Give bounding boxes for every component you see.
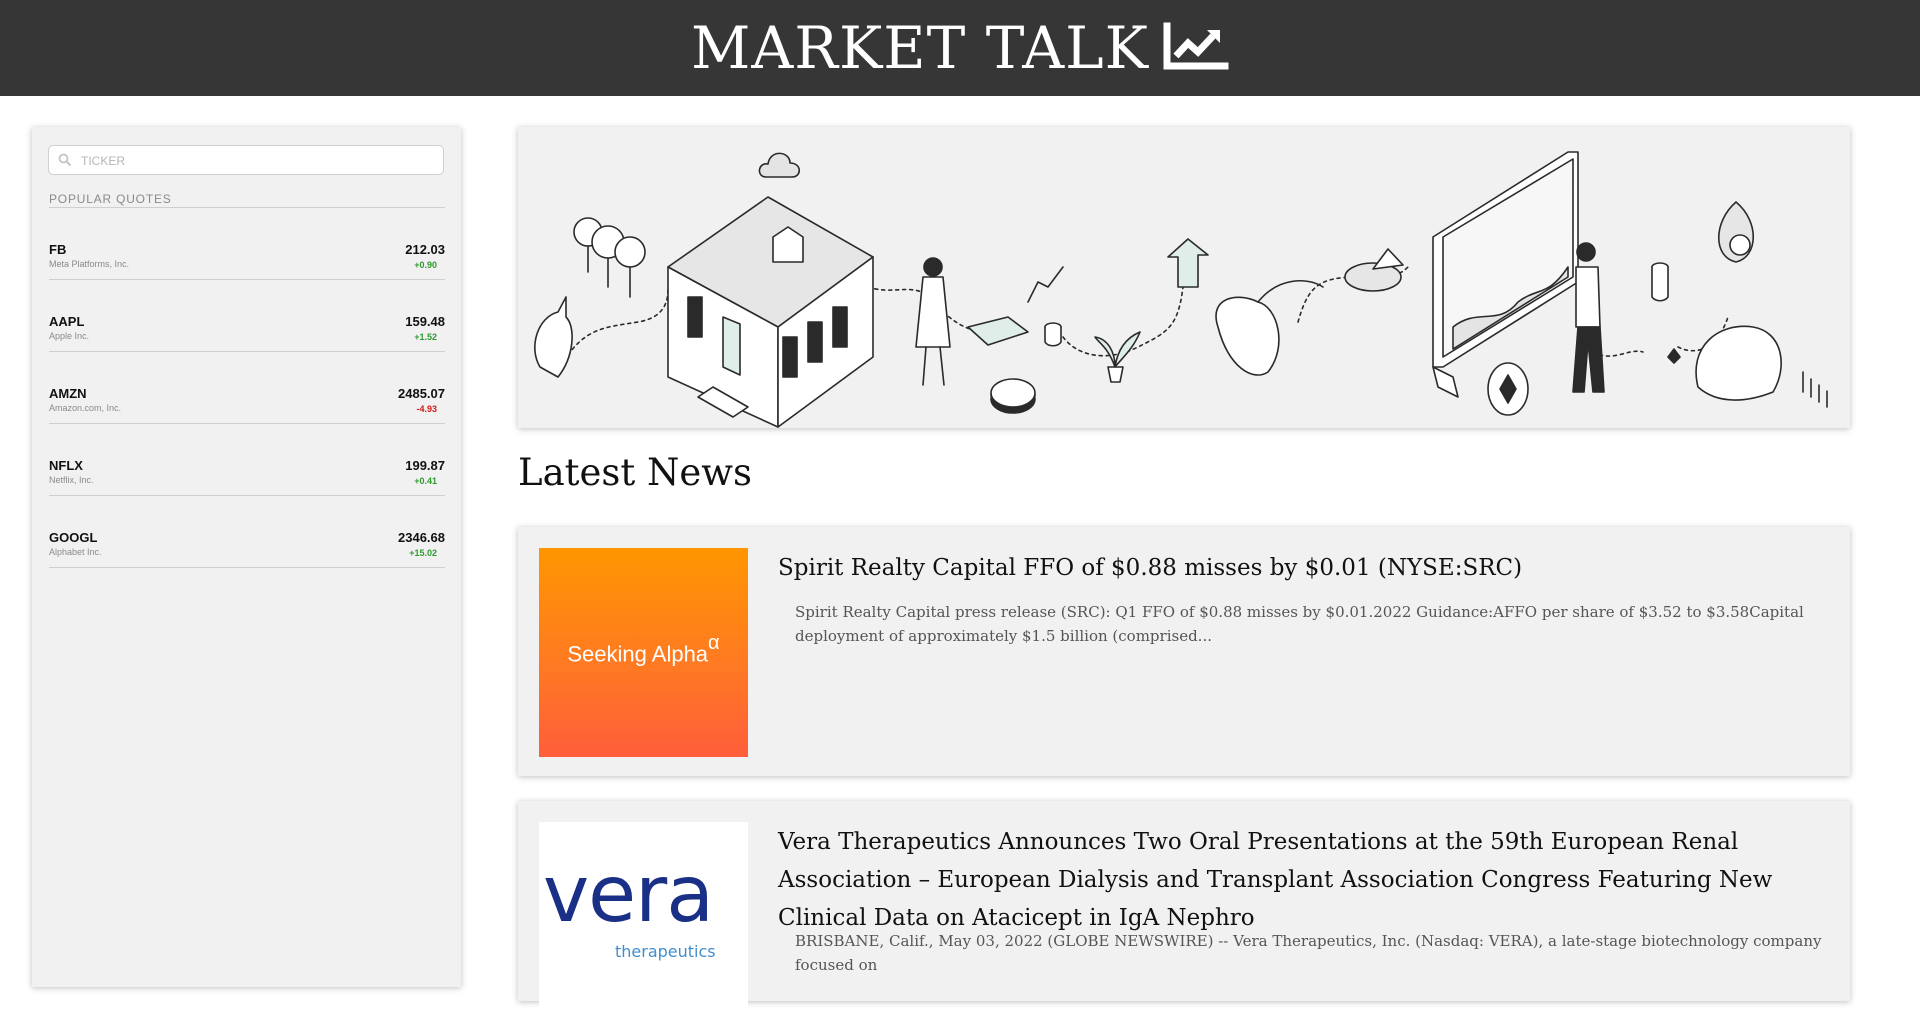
news-headline[interactable]: Spirit Realty Capital FFO of $0.88 misse… [778, 549, 1808, 587]
quote-change: +0.90 [414, 260, 437, 270]
popular-quotes-heading: POPULAR QUOTES [49, 192, 172, 206]
logo-alpha: α [708, 632, 720, 654]
news-card[interactable]: Seeking Alphaα Spirit Realty Capital FFO… [518, 527, 1850, 776]
ticker-search-input[interactable] [79, 149, 443, 173]
seeking-alpha-thumbnail[interactable]: Seeking Alphaα [539, 548, 748, 757]
quote-company: Meta Platforms, Inc. [49, 259, 130, 269]
quote-row-aapl[interactable]: AAPL Apple Inc. 159.48 +1.52 [49, 280, 445, 352]
site-title: MARKET TALK [691, 14, 1149, 82]
quote-change: +1.52 [414, 332, 437, 342]
quote-row-amzn[interactable]: AMZN Amazon.com, Inc. 2485.07 -4.93 [49, 352, 445, 424]
vera-thumbnail[interactable]: vera therapeutics [539, 822, 748, 1031]
quote-price: 159.48 [405, 314, 445, 329]
vera-logo-sub: therapeutics [615, 942, 716, 961]
quote-symbol: FB [49, 242, 67, 257]
quote-symbol: GOOGL [49, 530, 98, 545]
ticker-search-box[interactable] [48, 145, 444, 175]
quote-change: -4.93 [416, 404, 437, 414]
quote-row-nflx[interactable]: NFLX Netflix, Inc. 199.87 +0.41 [49, 424, 445, 496]
quote-price: 199.87 [405, 458, 445, 473]
quote-symbol: AMZN [49, 386, 87, 401]
quotes-sidebar: POPULAR QUOTES FB Meta Platforms, Inc. 2… [32, 127, 461, 987]
popular-quotes-list: FB Meta Platforms, Inc. 212.03 +0.90 AAP… [49, 208, 445, 568]
news-summary: BRISBANE, Calif., May 03, 2022 (GLOBE NE… [795, 932, 1822, 974]
quote-price: 2485.07 [398, 386, 445, 401]
quote-change: +0.41 [414, 476, 437, 486]
search-icon [58, 153, 72, 167]
quote-company: Netflix, Inc. [49, 475, 94, 485]
quote-company: Alphabet Inc. [49, 547, 102, 557]
line-chart-icon [1163, 22, 1229, 70]
logo-text: Seeking Alpha [567, 641, 709, 667]
site-logo[interactable]: MARKET TALK [691, 14, 1229, 82]
finance-illustration [534, 151, 1828, 428]
news-summary: Spirit Realty Capital press release (SRC… [795, 603, 1804, 645]
latest-news-heading: Latest News [518, 451, 752, 494]
quote-price: 2346.68 [398, 530, 445, 545]
hero-banner [518, 127, 1850, 428]
quote-change: +15.02 [409, 548, 437, 558]
quote-company: Amazon.com, Inc. [49, 403, 122, 413]
quote-price: 212.03 [405, 242, 445, 257]
quote-row-fb[interactable]: FB Meta Platforms, Inc. 212.03 +0.90 [49, 208, 445, 280]
quote-company: Apple Inc. [49, 331, 90, 341]
quote-symbol: AAPL [49, 314, 85, 329]
news-headline[interactable]: Vera Therapeutics Announces Two Oral Pre… [778, 823, 1808, 937]
seeking-alpha-logo: Seeking Alphaα [539, 632, 748, 667]
quote-row-googl[interactable]: GOOGL Alphabet Inc. 2346.68 +15.02 [49, 496, 445, 568]
quote-symbol: NFLX [49, 458, 83, 473]
site-header: MARKET TALK [0, 0, 1920, 96]
news-card[interactable]: vera therapeutics Vera Therapeutics Anno… [518, 801, 1850, 1031]
vera-logo: vera [543, 850, 714, 940]
